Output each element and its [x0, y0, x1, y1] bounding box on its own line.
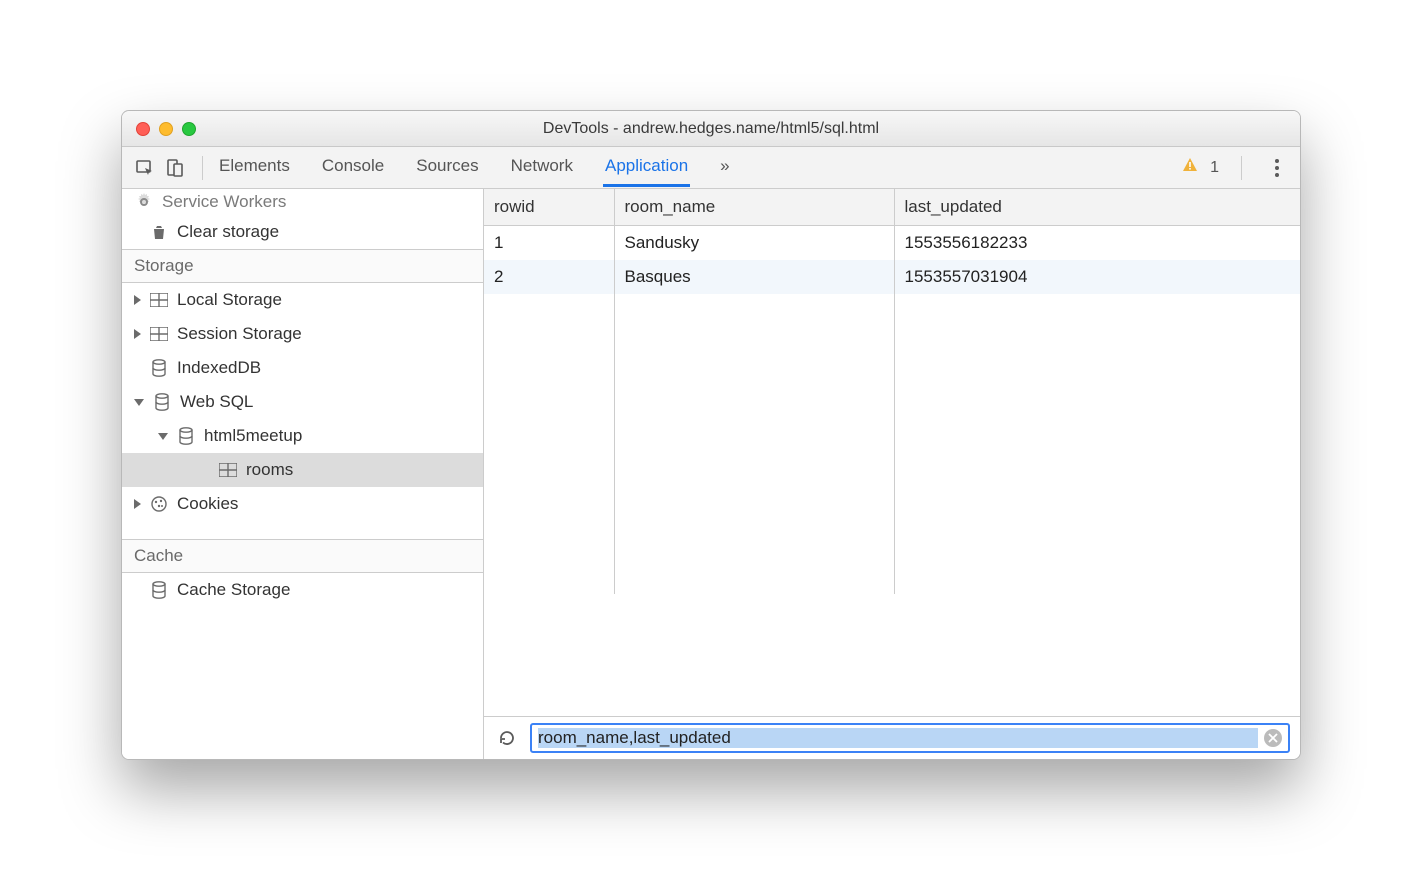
cell-last-updated: 1553557031904: [894, 260, 1300, 294]
more-options-button[interactable]: [1264, 155, 1290, 181]
query-bar: room_name,last_updated: [484, 716, 1300, 759]
sidebar-section-cache: Cache: [122, 539, 483, 573]
sidebar-item-table[interactable]: rooms: [122, 453, 483, 487]
sidebar-item-cache-storage[interactable]: Cache Storage: [122, 573, 483, 607]
inspect-element-icon[interactable]: [132, 155, 158, 181]
window-title: DevTools - andrew.hedges.name/html5/sql.…: [122, 120, 1300, 138]
disclosure-triangle-icon[interactable]: [134, 499, 141, 509]
table-filler: [484, 294, 1300, 594]
disclosure-spacer: [134, 365, 141, 372]
query-input-text: room_name,last_updated: [538, 728, 1258, 748]
table-row[interactable]: 1 Sandusky 1553556182233: [484, 226, 1300, 261]
sidebar-item-indexeddb[interactable]: IndexedDB: [122, 351, 483, 385]
tab-elements[interactable]: Elements: [217, 148, 292, 187]
tabs-overflow[interactable]: »: [718, 148, 731, 187]
main-panel: rowid room_name last_updated 1 Sandusky …: [484, 189, 1300, 759]
table-icon: [149, 290, 169, 310]
disclosure-triangle-icon[interactable]: [134, 329, 141, 339]
sidebar-item-label: Session Storage: [177, 324, 302, 344]
clear-input-button[interactable]: [1264, 729, 1282, 747]
sidebar-item-cookies[interactable]: Cookies: [122, 487, 483, 521]
sidebar-item-clear-storage[interactable]: Clear storage: [122, 215, 483, 249]
disclosure-triangle-icon[interactable]: [134, 295, 141, 305]
disclosure-triangle-icon[interactable]: [134, 399, 144, 406]
cell-last-updated: 1553556182233: [894, 226, 1300, 261]
disclosure-spacer: [134, 229, 141, 236]
disclosure-spacer: [134, 587, 141, 594]
sidebar-item-label: Service Workers: [162, 192, 286, 212]
refresh-button[interactable]: [494, 725, 520, 751]
tab-sources[interactable]: Sources: [414, 148, 480, 187]
warning-icon[interactable]: [1182, 157, 1198, 178]
sidebar-item-label: rooms: [246, 460, 293, 480]
table-icon: [218, 460, 238, 480]
sidebar-item-label: IndexedDB: [177, 358, 261, 378]
cell-rowid: 2: [484, 260, 614, 294]
data-table-container: rowid room_name last_updated 1 Sandusky …: [484, 189, 1300, 716]
toolbar-separator: [202, 156, 203, 180]
sidebar-section-storage: Storage: [122, 249, 483, 283]
toolbar-separator-right: [1241, 156, 1242, 180]
devtools-toolbar: Elements Console Sources Network Applica…: [122, 147, 1300, 189]
sidebar-item-label: html5meetup: [204, 426, 302, 446]
warning-count[interactable]: 1: [1210, 159, 1219, 177]
database-icon: [149, 358, 169, 378]
sidebar-item-database[interactable]: html5meetup: [122, 419, 483, 453]
cookie-icon: [149, 494, 169, 514]
sidebar-item-session-storage[interactable]: Session Storage: [122, 317, 483, 351]
query-input[interactable]: room_name,last_updated: [530, 723, 1290, 753]
tab-network[interactable]: Network: [509, 148, 575, 187]
sidebar-item-websql[interactable]: Web SQL: [122, 385, 483, 419]
column-header-last-updated[interactable]: last_updated: [894, 189, 1300, 226]
sidebar-item-label: Cache Storage: [177, 580, 290, 600]
gear-icon: [134, 192, 154, 212]
data-table: rowid room_name last_updated 1 Sandusky …: [484, 189, 1300, 594]
disclosure-triangle-icon[interactable]: [158, 433, 168, 440]
titlebar: DevTools - andrew.hedges.name/html5/sql.…: [122, 111, 1300, 147]
table-icon: [149, 324, 169, 344]
toolbar-right: 1: [1182, 155, 1290, 181]
panel-body: Service Workers Clear storage Storage Lo…: [122, 189, 1300, 759]
database-icon: [176, 426, 196, 446]
sidebar-item-label: Web SQL: [180, 392, 253, 412]
device-toolbar-icon[interactable]: [162, 155, 188, 181]
tab-console[interactable]: Console: [320, 148, 386, 187]
application-sidebar: Service Workers Clear storage Storage Lo…: [122, 189, 484, 759]
column-header-rowid[interactable]: rowid: [484, 189, 614, 226]
sidebar-item-local-storage[interactable]: Local Storage: [122, 283, 483, 317]
tab-application[interactable]: Application: [603, 148, 690, 187]
sidebar-item-label: Local Storage: [177, 290, 282, 310]
sidebar-item-service-workers[interactable]: Service Workers: [122, 189, 483, 215]
devtools-window: DevTools - andrew.hedges.name/html5/sql.…: [121, 110, 1301, 760]
cell-room-name: Basques: [614, 260, 894, 294]
database-icon: [152, 392, 172, 412]
column-header-room-name[interactable]: room_name: [614, 189, 894, 226]
cell-rowid: 1: [484, 226, 614, 261]
panel-tabs: Elements Console Sources Network Applica…: [217, 148, 732, 187]
cell-room-name: Sandusky: [614, 226, 894, 261]
table-header-row: rowid room_name last_updated: [484, 189, 1300, 226]
database-icon: [149, 580, 169, 600]
sidebar-item-label: Cookies: [177, 494, 238, 514]
sidebar-item-label: Clear storage: [177, 222, 279, 242]
table-row[interactable]: 2 Basques 1553557031904: [484, 260, 1300, 294]
trash-icon: [149, 222, 169, 242]
